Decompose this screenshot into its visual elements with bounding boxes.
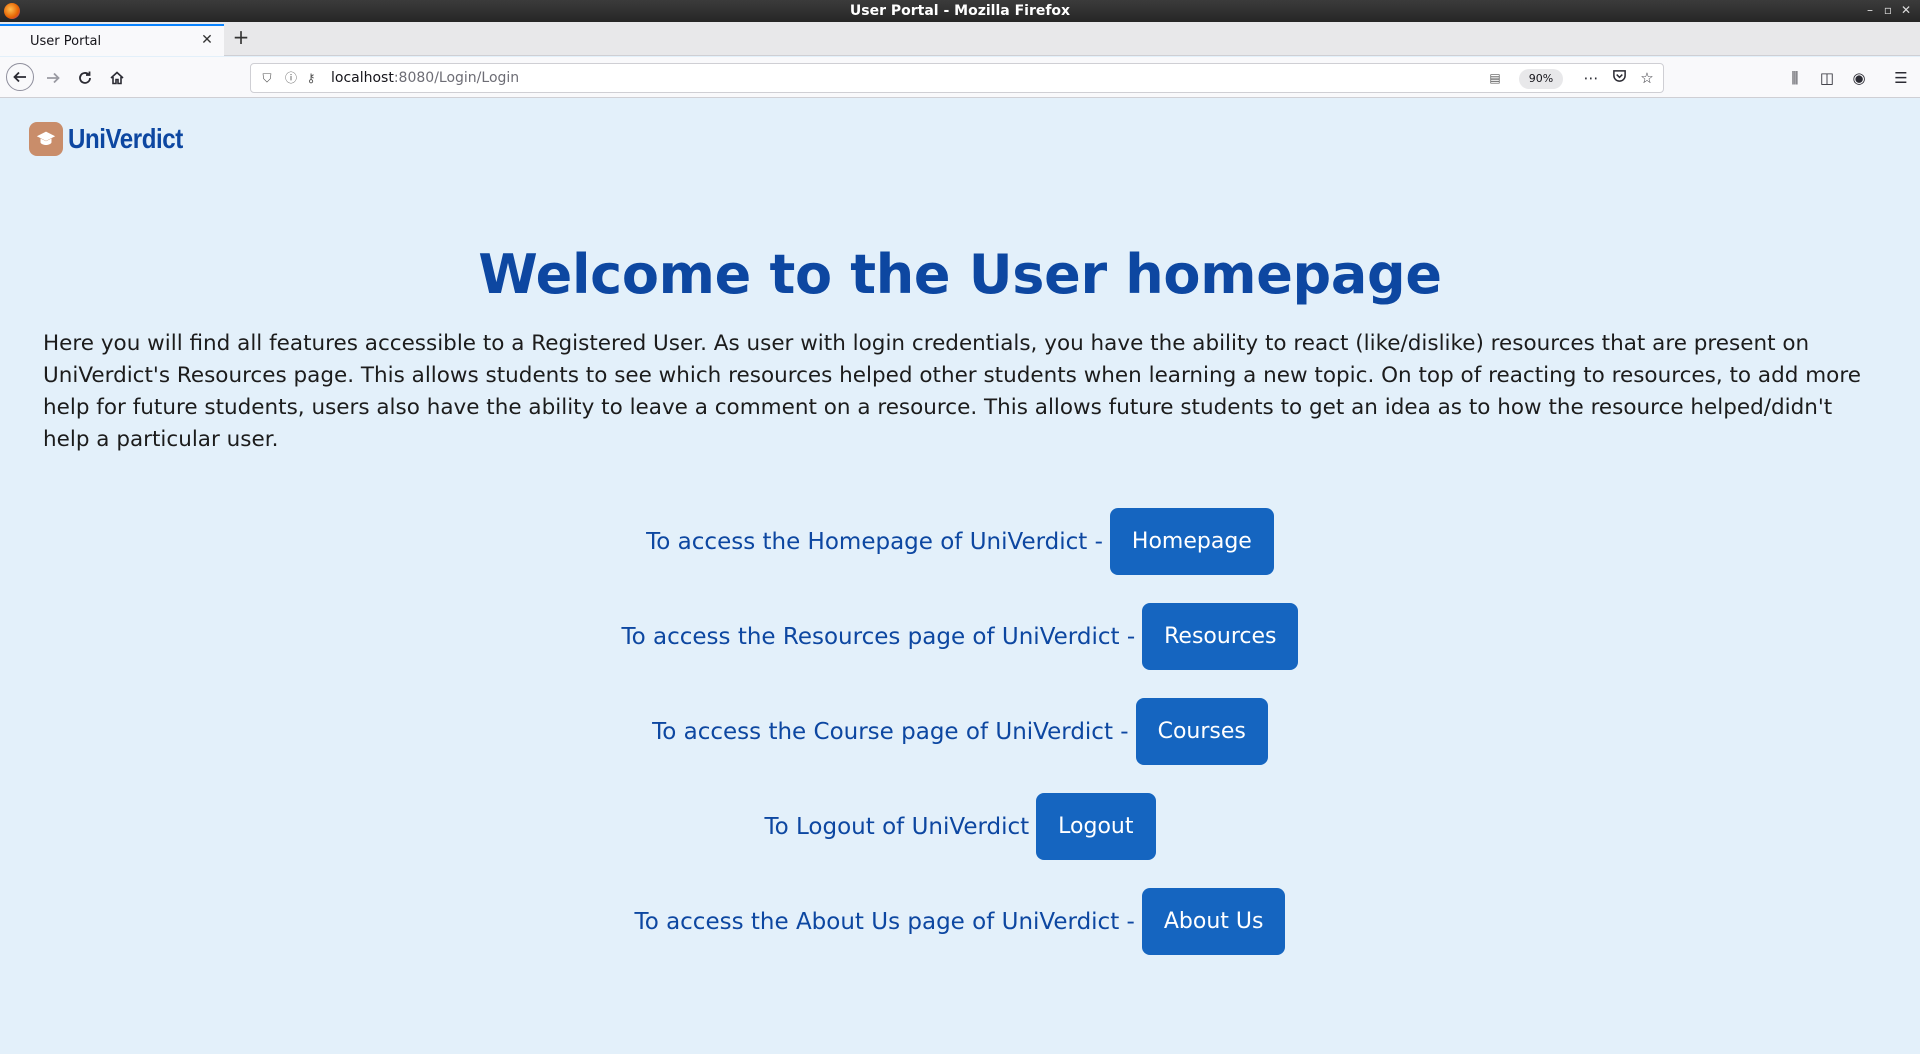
graduation-cap-logo-icon: [29, 122, 63, 156]
zoom-level-badge[interactable]: 90%: [1519, 69, 1563, 89]
back-arrow-icon[interactable]: [6, 63, 34, 91]
tab-user-portal[interactable]: User Portal ✕: [0, 24, 224, 56]
access-label: To Logout of UniVerdict: [764, 813, 1030, 840]
brand-name: UniVerdict: [68, 123, 183, 154]
about-us-button[interactable]: About Us: [1141, 888, 1286, 955]
brand[interactable]: UniVerdict: [29, 122, 201, 156]
sidebar-icon[interactable]: ◫: [1816, 67, 1838, 89]
bookmark-star-icon[interactable]: ☆: [1636, 67, 1658, 89]
intro-text: Here you will find all features accessib…: [43, 331, 1861, 452]
pocket-icon[interactable]: [1608, 67, 1630, 89]
page-title: Welcome to the User homepage: [478, 243, 1442, 306]
reload-icon[interactable]: [72, 65, 98, 91]
more-actions-icon[interactable]: ⋯: [1580, 67, 1602, 89]
info-icon[interactable]: ⓘ: [283, 70, 299, 86]
home-icon[interactable]: [104, 65, 130, 91]
library-icon[interactable]: ⫼: [1784, 67, 1806, 89]
courses-button[interactable]: Courses: [1135, 698, 1268, 765]
window-titlebar: User Portal - Mozilla Firefox – ▫ ✕: [0, 0, 1920, 22]
page-favicon-icon: [8, 35, 22, 49]
tab-title: User Portal: [30, 34, 102, 49]
url-bar[interactable]: ⛉ ⓘ ⚷ localhost:8080/Login/Login ▤ 90%: [250, 63, 1664, 93]
forward-arrow-icon[interactable]: [40, 65, 66, 91]
access-label: To access the About Us page of UniVerdic…: [634, 908, 1135, 935]
new-tab-icon[interactable]: +: [230, 26, 252, 48]
homepage-button[interactable]: Homepage: [1109, 508, 1274, 575]
page-content: UniVerdict Welcome to the User homepage …: [0, 98, 1920, 1054]
url-path: :8080/Login/Login: [393, 70, 520, 86]
account-icon[interactable]: ◉: [1848, 67, 1870, 89]
menu-icon[interactable]: ☰: [1890, 67, 1912, 89]
url-text[interactable]: localhost:8080/Login/Login: [331, 70, 519, 86]
url-host: localhost: [331, 70, 394, 86]
access-label: To access the Resources page of UniVerdi…: [621, 623, 1136, 650]
reader-view-icon[interactable]: ▤: [1487, 70, 1503, 86]
access-row-homepage: To access the Homepage of UniVerdict - H…: [0, 508, 1920, 575]
tab-strip: User Portal ✕: [0, 22, 1920, 56]
access-label: To access the Course page of UniVerdict …: [652, 718, 1129, 745]
access-row-courses: To access the Course page of UniVerdict …: [0, 698, 1920, 765]
access-row-resources: To access the Resources page of UniVerdi…: [0, 603, 1920, 670]
close-tab-icon[interactable]: ✕: [198, 31, 216, 49]
shield-icon[interactable]: ⛉: [259, 70, 275, 86]
close-window-icon[interactable]: ✕: [1898, 2, 1914, 18]
window-title: User Portal - Mozilla Firefox: [849, 3, 1071, 19]
maximize-icon[interactable]: ▫: [1880, 2, 1896, 18]
navigation-bar: ⛉ ⓘ ⚷ localhost:8080/Login/Login ▤ 90% ⋯…: [0, 57, 1920, 98]
key-icon[interactable]: ⚷: [303, 70, 319, 86]
access-row-about-us: To access the About Us page of UniVerdic…: [0, 888, 1920, 955]
access-row-logout: To Logout of UniVerdict Logout: [0, 793, 1920, 860]
logout-button[interactable]: Logout: [1036, 793, 1156, 860]
minimize-icon[interactable]: –: [1862, 2, 1878, 18]
resources-button[interactable]: Resources: [1142, 603, 1299, 670]
access-label: To access the Homepage of UniVerdict -: [646, 528, 1103, 555]
